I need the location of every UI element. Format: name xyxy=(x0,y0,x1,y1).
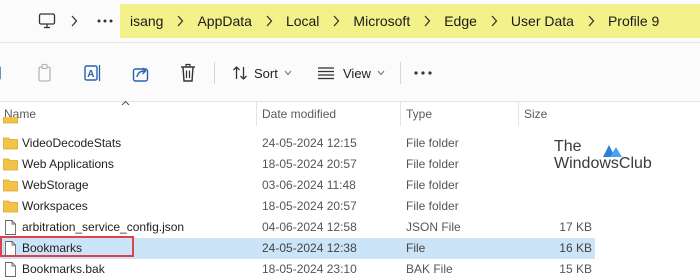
more-icon[interactable] xyxy=(97,11,113,31)
chevron-right-icon[interactable] xyxy=(319,15,353,27)
chevron-down-icon xyxy=(377,70,385,76)
file-icon xyxy=(3,262,18,277)
table-row[interactable]: VideoDecodeStats 24-05-2024 12:15 File f… xyxy=(0,133,595,154)
file-icon xyxy=(3,241,18,256)
breadcrumb-item-microsoft[interactable]: Microsoft xyxy=(353,13,410,29)
view-label: View xyxy=(343,65,371,81)
chevron-right-icon[interactable] xyxy=(477,15,511,27)
chevron-right-icon[interactable] xyxy=(252,15,286,27)
breadcrumb-item-edge[interactable]: Edge xyxy=(444,13,477,29)
folder-icon xyxy=(3,136,18,150)
delete-icon[interactable] xyxy=(180,63,196,83)
cut-icon[interactable] xyxy=(0,63,8,83)
row-type: File folder xyxy=(406,199,459,213)
more-icon[interactable] xyxy=(414,63,432,83)
folder-icon xyxy=(3,178,18,192)
windowsclub-logo-icon xyxy=(601,143,623,163)
row-name: WebStorage xyxy=(22,178,89,192)
command-bar: A Sort View xyxy=(0,43,700,102)
breadcrumb-item-appdata[interactable]: AppData xyxy=(197,13,251,29)
sort-button[interactable]: Sort xyxy=(232,63,292,83)
view-button[interactable]: View xyxy=(318,63,385,83)
chevron-down-icon xyxy=(284,70,292,76)
sort-icon xyxy=(232,65,248,81)
row-date: 04-06-2024 12:58 xyxy=(262,220,357,234)
row-date: 18-05-2024 23:10 xyxy=(262,262,357,276)
table-row[interactable]: Bookmarks.bak 18-05-2024 23:10 BAK File … xyxy=(0,259,595,280)
chevron-right-icon[interactable] xyxy=(70,11,78,31)
copy-icon[interactable] xyxy=(36,63,54,83)
row-type: File xyxy=(406,241,426,255)
row-type: BAK File xyxy=(406,262,453,276)
breadcrumb-item-local[interactable]: Local xyxy=(286,13,319,29)
table-row[interactable]: Workspaces 18-05-2024 20:57 File folder xyxy=(0,196,595,217)
chevron-right-icon[interactable] xyxy=(410,15,444,27)
table-row[interactable]: WebStorage 03-06-2024 11:48 File folder xyxy=(0,175,595,196)
row-name: Bookmarks xyxy=(22,241,83,255)
folder-icon xyxy=(3,157,18,171)
table-row[interactable]: arbitration_service_config.json 04-06-20… xyxy=(0,217,595,238)
row-size: 16 KB xyxy=(559,241,592,255)
row-date: 24-05-2024 12:15 xyxy=(262,136,357,150)
toolbar-divider xyxy=(214,62,215,84)
breadcrumb-item-user-data[interactable]: User Data xyxy=(511,13,574,29)
chevron-right-icon[interactable] xyxy=(163,15,197,27)
sort-label: Sort xyxy=(254,65,278,81)
file-icon xyxy=(3,220,18,235)
row-name: Bookmarks.bak xyxy=(22,262,105,276)
table-row-selected[interactable]: Bookmarks 24-05-2024 12:38 File 16 KB xyxy=(0,238,595,259)
row-type: File folder xyxy=(406,136,459,150)
sort-up-icon xyxy=(121,98,130,109)
computer-icon[interactable] xyxy=(38,11,56,31)
address-bar: isang AppData Local Microsoft Edge User … xyxy=(0,0,700,43)
watermark: The WindowsClub xyxy=(554,138,664,178)
row-name: Workspaces xyxy=(22,199,88,213)
chevron-right-icon[interactable] xyxy=(574,15,608,27)
row-date: 03-06-2024 11:48 xyxy=(262,178,356,192)
row-name: arbitration_service_config.json xyxy=(22,220,185,234)
view-icon xyxy=(318,66,334,80)
share-icon[interactable] xyxy=(132,63,150,83)
row-name: VideoDecodeStats xyxy=(22,136,122,150)
table-row[interactable] xyxy=(0,117,595,125)
folder-icon xyxy=(3,117,18,124)
svg-text:A: A xyxy=(87,69,94,80)
row-type: File folder xyxy=(406,157,459,171)
rename-icon[interactable]: A xyxy=(84,63,102,83)
row-size: 17 KB xyxy=(559,220,592,234)
row-date: 18-05-2024 20:57 xyxy=(262,157,357,171)
row-size: 15 KB xyxy=(559,262,592,276)
breadcrumb-item-isang[interactable]: isang xyxy=(130,13,163,29)
folder-icon xyxy=(3,199,18,213)
breadcrumb-item-profile-9[interactable]: Profile 9 xyxy=(608,13,659,29)
table-row[interactable]: Web Applications 18-05-2024 20:57 File f… xyxy=(0,154,595,175)
row-date: 24-05-2024 12:38 xyxy=(262,241,357,255)
row-type: File folder xyxy=(406,178,459,192)
row-name: Web Applications xyxy=(22,157,114,171)
toolbar-divider xyxy=(400,62,401,84)
breadcrumb: isang AppData Local Microsoft Edge User … xyxy=(120,4,700,38)
row-type: JSON File xyxy=(406,220,461,234)
row-date: 18-05-2024 20:57 xyxy=(262,199,357,213)
